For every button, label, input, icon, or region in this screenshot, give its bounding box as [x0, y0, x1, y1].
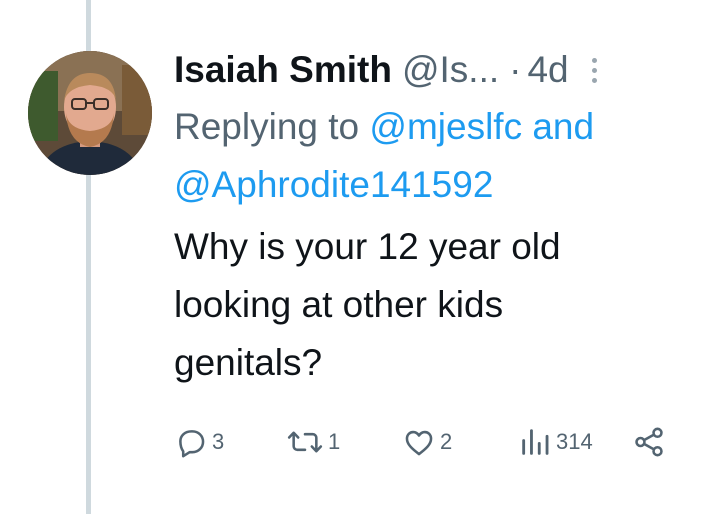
- reply-count: 3: [212, 429, 225, 454]
- views-bar-chart-icon: [522, 429, 549, 455]
- mention-link[interactable]: @mjeslfc: [369, 106, 522, 147]
- avatar[interactable]: [28, 51, 152, 175]
- replying-to: Replying to @mjeslfc and @Aphrodite14159…: [174, 98, 700, 214]
- reply-icon: [179, 430, 205, 458]
- more-dot: [592, 77, 598, 83]
- tweet-text: Why is your 12 year old looking at other…: [174, 218, 644, 392]
- reply-button[interactable]: 3: [174, 425, 224, 459]
- views-count: 314: [556, 429, 593, 454]
- tweet-text-line: Why is your 12 year old: [174, 226, 561, 267]
- separator-dot: ·: [509, 49, 522, 90]
- retweet-count: 1: [328, 429, 341, 454]
- retweet-icon: [287, 431, 323, 453]
- heart-icon: [405, 430, 433, 456]
- share-button[interactable]: [632, 425, 666, 459]
- mention-joiner[interactable]: and: [532, 106, 594, 147]
- avatar-image: [28, 51, 152, 175]
- tweet-content: Isaiah Smith @Is... · 4d Replying to @mj…: [174, 44, 700, 392]
- more-options-icon[interactable]: [589, 50, 601, 90]
- like-count: 2: [440, 429, 453, 454]
- tweet-text-line: looking at other kids: [174, 284, 504, 325]
- tweet-text-line: genitals?: [174, 342, 323, 383]
- post-time[interactable]: 4d: [527, 49, 568, 91]
- retweet-button[interactable]: 1: [286, 425, 340, 459]
- more-dot: [592, 57, 598, 63]
- like-button[interactable]: 2: [402, 425, 452, 459]
- replying-to-label: Replying to: [174, 106, 360, 147]
- author-handle[interactable]: @Is...: [402, 49, 499, 91]
- more-dot: [592, 67, 598, 73]
- tweet-actions-bar: 3 1 2 314: [174, 420, 680, 464]
- author-display-name[interactable]: Isaiah Smith: [174, 49, 392, 91]
- tweet-header: Isaiah Smith @Is... · 4d: [174, 44, 700, 96]
- share-icon: [635, 427, 663, 457]
- views-button[interactable]: 314: [518, 425, 593, 459]
- mention-link[interactable]: @Aphrodite141592: [174, 164, 493, 205]
